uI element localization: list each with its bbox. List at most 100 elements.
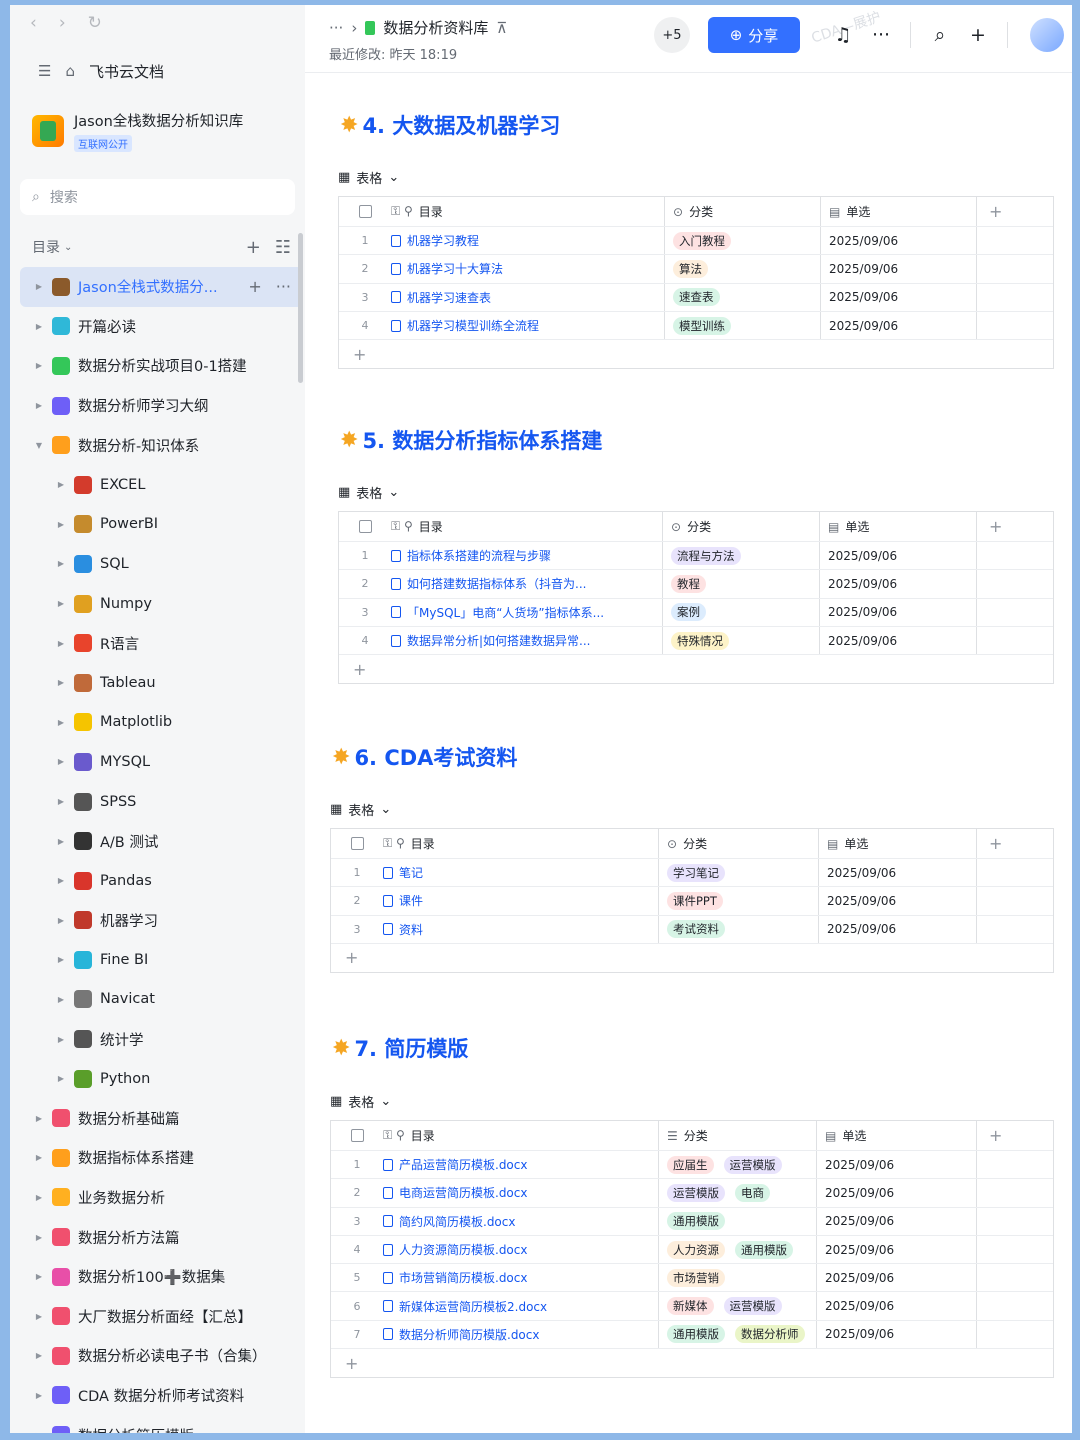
collapsed-arrow-icon[interactable]: ▶ <box>54 995 68 1004</box>
date-cell[interactable]: 2025/09/06 <box>821 311 977 340</box>
doc-link[interactable]: 数据分析师简历模版.docx <box>399 1326 539 1343</box>
column-header-name[interactable]: ⚿ ⚲ 目录 <box>391 197 665 226</box>
category-cell[interactable]: 学习笔记 <box>659 859 819 887</box>
add-row-button[interactable]: + <box>339 655 1053 683</box>
search-icon[interactable]: ⌕ <box>921 24 959 46</box>
collapsed-arrow-icon[interactable]: ▶ <box>32 1193 46 1202</box>
sidebar-item[interactable]: ▶ 数据分析简历模版 <box>10 1415 305 1433</box>
collapsed-arrow-icon[interactable]: ▶ <box>32 361 46 370</box>
chevron-down-icon[interactable]: ⌄ <box>64 242 72 253</box>
date-cell[interactable]: 2025/09/06 <box>821 227 977 255</box>
table-row[interactable]: 2 机器学习十大算法 算法 2025/09/06 <box>339 255 1053 284</box>
collapsed-arrow-icon[interactable]: ▶ <box>32 1351 46 1360</box>
name-cell[interactable]: 笔记 <box>383 859 659 887</box>
date-cell[interactable]: 2025/09/06 <box>819 859 977 887</box>
doc-link[interactable]: 简约风简历模板.docx <box>399 1213 515 1230</box>
sidebar-item[interactable]: ▶ 机器学习 <box>10 901 305 941</box>
sidebar-item[interactable]: ▶ Tableau <box>10 663 305 703</box>
collapsed-arrow-icon[interactable]: ▶ <box>54 797 68 806</box>
sidebar-item[interactable]: ▶ PowerBI <box>10 505 305 545</box>
sidebar-item[interactable]: ▶ SQL <box>10 544 305 584</box>
category-cell[interactable]: 市场营销 <box>659 1264 817 1292</box>
collapsed-arrow-icon[interactable]: ▶ <box>32 1391 46 1400</box>
date-cell[interactable]: 2025/09/06 <box>817 1235 977 1264</box>
sidebar-item[interactable]: ▶ 数据分析实战项目0-1搭建 <box>10 346 305 386</box>
sidebar-item[interactable]: ▶ SPSS <box>10 782 305 822</box>
collapsed-arrow-icon[interactable]: ▶ <box>32 1114 46 1123</box>
collapsed-arrow-icon[interactable]: ▶ <box>32 282 46 291</box>
column-header-category[interactable]: ☰ 分类 <box>659 1121 817 1150</box>
column-header-date[interactable]: ▤ 单选 <box>820 512 977 541</box>
doc-link[interactable]: 人力资源简历模板.docx <box>399 1241 527 1258</box>
doc-link[interactable]: 数据异常分析|如何搭建数据异常... <box>407 632 591 649</box>
add-page-icon[interactable]: + <box>246 237 261 258</box>
date-cell[interactable]: 2025/09/06 <box>817 1320 977 1349</box>
table-view-switch[interactable]: ▦ 表格 ⌄ <box>330 1092 391 1111</box>
collapsed-arrow-icon[interactable]: ▶ <box>54 639 68 648</box>
page-title[interactable]: 数据分析资料库 <box>383 17 488 38</box>
date-cell[interactable]: 2025/09/06 <box>819 915 977 943</box>
date-cell[interactable]: 2025/09/06 <box>817 1179 977 1207</box>
sidebar-item[interactable]: ▶ CDA 数据分析师考试资料 <box>10 1376 305 1416</box>
sidebar-item[interactable]: ▶ 数据分析必读电子书（合集） <box>10 1336 305 1376</box>
sidebar-item[interactable]: ▶ Python <box>10 1059 305 1099</box>
doc-link[interactable]: 如何搭建数据指标体系（抖音为... <box>407 575 586 592</box>
collapsed-arrow-icon[interactable]: ▶ <box>32 1233 46 1242</box>
table-row[interactable]: 3 机器学习速查表 速查表 2025/09/06 <box>339 283 1053 312</box>
checkbox-icon[interactable] <box>358 520 372 533</box>
sidebar-item[interactable]: ▶ Fine BI <box>10 940 305 980</box>
name-cell[interactable]: 机器学习十大算法 <box>391 255 665 283</box>
checkbox-icon[interactable] <box>350 1129 364 1142</box>
column-header-date[interactable]: ▤ 单选 <box>817 1121 977 1150</box>
table-row[interactable]: 6 新媒体运营简历模板2.docx 新媒体 运营模版 2025/09/06 <box>331 1292 1053 1321</box>
doc-link[interactable]: 市场营销简历模板.docx <box>399 1269 527 1286</box>
doc-link[interactable]: 机器学习速查表 <box>407 289 491 306</box>
name-cell[interactable]: 数据分析师简历模版.docx <box>383 1320 659 1349</box>
collapsed-arrow-icon[interactable]: ▶ <box>32 1312 46 1321</box>
more-icon[interactable]: ··· <box>862 24 900 46</box>
sidebar-item[interactable]: ▶ 数据分析方法篇 <box>10 1217 305 1257</box>
table-row[interactable]: 2 课件 课件PPT 2025/09/06 <box>331 887 1053 916</box>
collapsed-arrow-icon[interactable]: ▶ <box>54 480 68 489</box>
knowledge-base-header[interactable]: Jason全栈数据分析知识库 互联网公开 <box>10 101 305 161</box>
category-cell[interactable]: 教程 <box>663 570 820 598</box>
table-row[interactable]: 1 笔记 学习笔记 2025/09/06 <box>331 859 1053 888</box>
name-cell[interactable]: 指标体系搭建的流程与步骤 <box>391 542 663 570</box>
collapsed-arrow-icon[interactable]: ▶ <box>32 322 46 331</box>
pin-icon[interactable]: ⊼ <box>496 19 507 37</box>
sidebar-item[interactable]: ▶ Jason全栈式数据分... + ··· <box>20 267 303 307</box>
share-button[interactable]: ⊕ 分享 <box>708 17 800 53</box>
date-cell[interactable]: 2025/09/06 <box>820 598 977 626</box>
collapsed-arrow-icon[interactable]: ▶ <box>54 876 68 885</box>
collaborators-badge[interactable]: +5 <box>654 17 690 53</box>
category-cell[interactable]: 考试资料 <box>659 915 819 943</box>
collapse-sidebar-icon[interactable]: ☰ <box>38 62 51 80</box>
category-cell[interactable]: 运营模版 电商 <box>659 1179 817 1207</box>
collapsed-arrow-icon[interactable]: ▶ <box>54 678 68 687</box>
doc-link[interactable]: 指标体系搭建的流程与步骤 <box>407 547 551 564</box>
sidebar-item[interactable]: ▶ A/B 测试 <box>10 821 305 861</box>
date-cell[interactable]: 2025/09/06 <box>820 626 977 655</box>
date-cell[interactable]: 2025/09/06 <box>819 887 977 915</box>
category-cell[interactable]: 模型训练 <box>665 311 821 340</box>
collapsed-arrow-icon[interactable]: ▶ <box>54 559 68 568</box>
table-row[interactable]: 4 数据异常分析|如何搭建数据异常... 特殊情况 2025/09/06 <box>339 626 1053 656</box>
collapsed-arrow-icon[interactable]: ▶ <box>54 955 68 964</box>
table-row[interactable]: 3 资料 考试资料 2025/09/06 <box>331 915 1053 944</box>
collapsed-arrow-icon[interactable]: ▶ <box>32 1431 46 1433</box>
collapsed-arrow-icon[interactable]: ▶ <box>54 1035 68 1044</box>
sidebar-item[interactable]: ▶ 大厂数据分析面经【汇总】 <box>10 1296 305 1336</box>
collapsed-arrow-icon[interactable]: ▶ <box>54 1074 68 1083</box>
collapsed-arrow-icon[interactable]: ▶ <box>54 837 68 846</box>
add-subpage-icon[interactable]: + <box>248 277 261 296</box>
collapsed-arrow-icon[interactable]: ▶ <box>54 520 68 529</box>
add-column-icon[interactable]: + <box>977 512 1053 541</box>
doc-link[interactable]: 机器学习十大算法 <box>407 260 503 277</box>
category-cell[interactable]: 速查表 <box>665 283 821 311</box>
bell-icon[interactable]: ♫ <box>824 24 862 46</box>
category-cell[interactable]: 算法 <box>665 255 821 283</box>
name-cell[interactable]: 产品运营简历模板.docx <box>383 1151 659 1179</box>
checkbox-icon[interactable] <box>350 837 364 850</box>
name-cell[interactable]: 市场营销简历模板.docx <box>383 1264 659 1292</box>
date-cell[interactable]: 2025/09/06 <box>817 1207 977 1235</box>
